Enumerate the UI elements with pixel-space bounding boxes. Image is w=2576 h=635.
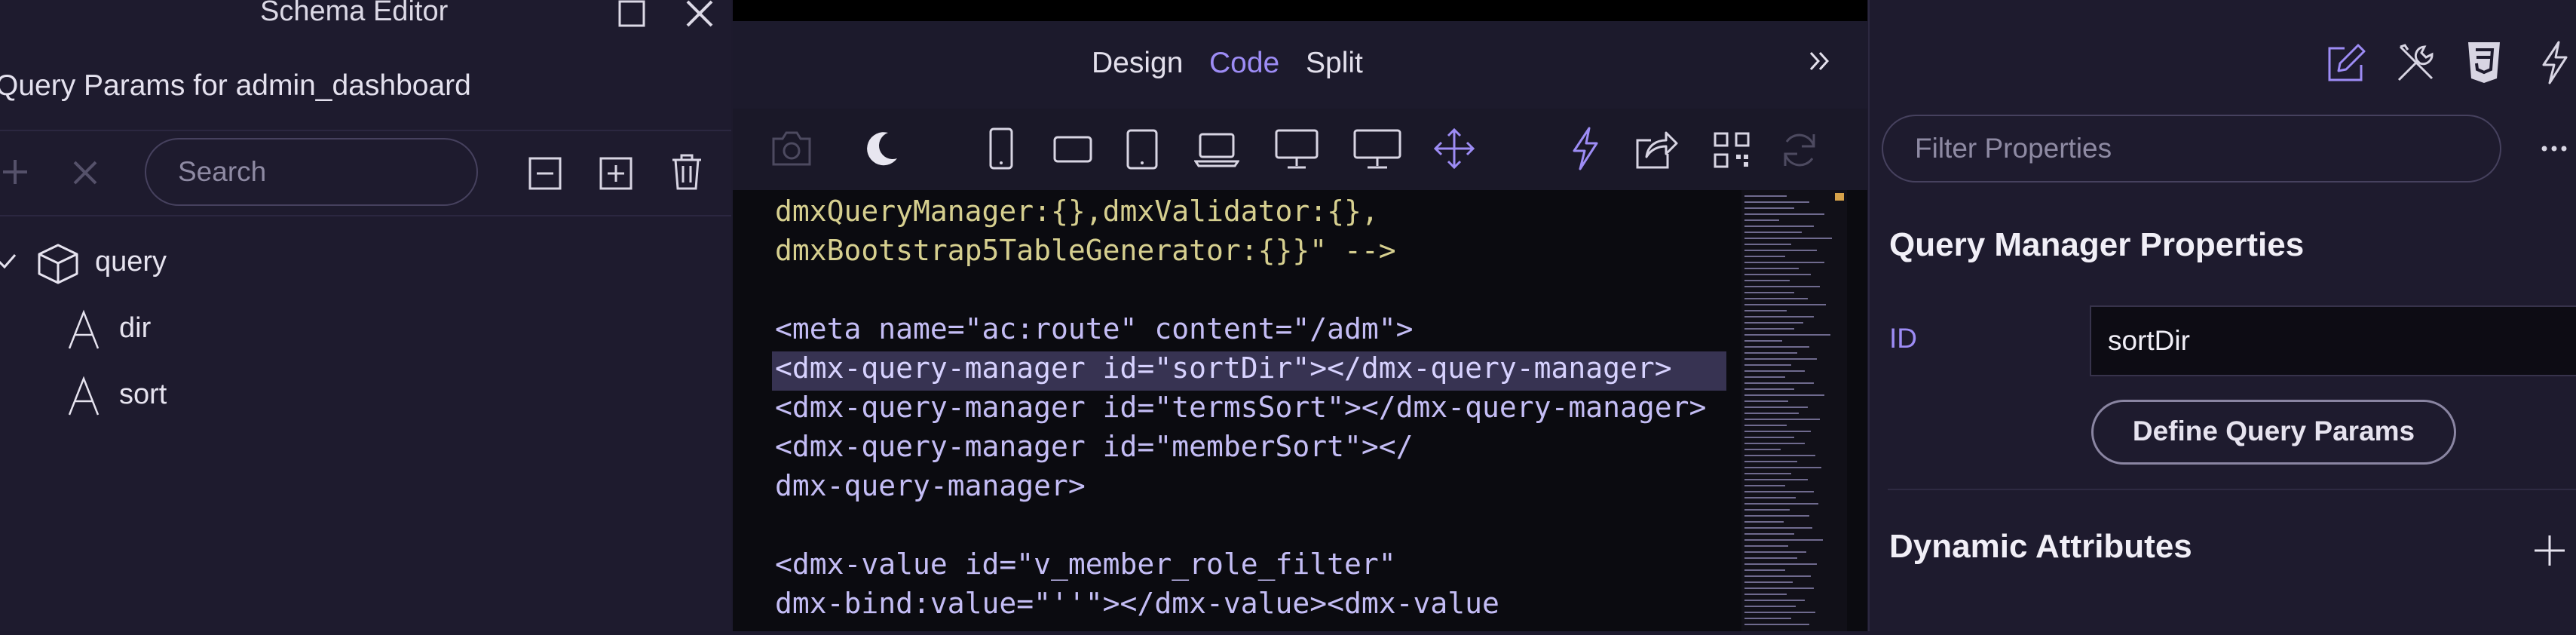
search-input[interactable]: Search [145, 138, 478, 206]
move-arrows-icon[interactable] [1432, 127, 1476, 170]
tablet-icon[interactable] [1125, 128, 1159, 170]
laptop-icon[interactable] [1194, 131, 1239, 167]
phone-icon[interactable] [988, 127, 1015, 170]
expand-all-icon[interactable] [599, 156, 633, 191]
code-line: dmx-bind:value="''"></dmx-value><dmx-val… [775, 587, 1499, 620]
define-query-params-button[interactable]: Define Query Params [2091, 400, 2456, 465]
close-icon[interactable] [683, 0, 716, 30]
tab-split[interactable]: Split [1306, 47, 1363, 80]
more-options-icon[interactable] [2541, 143, 2568, 154]
editor-area: Design Code Split dmxQueryManager:{},dmx… [733, 0, 1867, 631]
code-line: <dmx-query-manager id="termsSort"></dmx-… [775, 391, 1707, 424]
edit-icon[interactable] [2325, 42, 2367, 84]
lightning-icon[interactable] [2539, 41, 2569, 84]
code-line: <dmx-query-manager id="sortDir"></dmx-qu… [775, 351, 1672, 385]
id-label: ID [1889, 323, 1917, 354]
panel-subtitle: Query Params for admin_dashboard [0, 69, 471, 102]
tree-item-label: query [95, 246, 167, 278]
tab-code[interactable]: Code [1209, 47, 1279, 80]
tools-icon[interactable] [2394, 42, 2437, 84]
view-switcher-bar: Design Code Split [733, 21, 1867, 109]
cube-icon [36, 243, 80, 285]
moon-icon[interactable] [862, 130, 900, 167]
divider [0, 215, 731, 216]
id-value: sortDir [2108, 325, 2190, 356]
share-icon[interactable] [1633, 128, 1678, 170]
tree-item-label: dir [119, 312, 152, 344]
code-line: <dmx-value id="v_member_role_filter" [775, 548, 1396, 581]
divider [0, 130, 731, 131]
tree-item-query[interactable]: query [0, 243, 731, 285]
tab-design[interactable]: Design [1092, 47, 1183, 80]
add-icon[interactable] [0, 157, 30, 187]
maximize-icon[interactable] [617, 0, 647, 29]
phone-landscape-icon[interactable] [1052, 134, 1093, 164]
tree-item-sort[interactable]: sort [0, 376, 731, 418]
desktop-icon[interactable] [1274, 128, 1319, 170]
text-type-icon [66, 309, 101, 350]
search-placeholder: Search [178, 156, 267, 187]
properties-panel: Filter Properties Query Manager Properti… [1868, 0, 2576, 631]
tree-item-dir[interactable]: dir [0, 309, 731, 351]
refresh-icon[interactable] [1779, 130, 1820, 170]
text-type-icon [66, 376, 101, 416]
qr-code-icon[interactable] [1713, 131, 1751, 169]
remove-icon[interactable] [71, 158, 100, 187]
add-icon[interactable] [2533, 534, 2566, 567]
trash-icon[interactable] [669, 152, 704, 192]
check-icon [0, 250, 18, 271]
code-line: dmx-query-manager> [775, 469, 1086, 502]
section-title: Query Manager Properties [1889, 226, 2305, 263]
code-line: <dmx-query-manager id="memberSort"></ [775, 430, 1414, 463]
code-line: dmxBootstrap5TableGenerator:{}}" --> [775, 234, 1396, 267]
css3-icon[interactable] [2465, 41, 2503, 84]
lightning-icon[interactable] [1570, 127, 1600, 170]
filter-placeholder: Filter Properties [1915, 133, 2112, 164]
filter-properties-input[interactable]: Filter Properties [1882, 115, 2501, 183]
id-input[interactable]: sortDir [2090, 305, 2576, 376]
dynamic-attributes-title: Dynamic Attributes [1889, 528, 2192, 565]
wide-monitor-icon[interactable] [1352, 128, 1402, 170]
code-line: <meta name="ac:route" content="/adm"> [775, 312, 1414, 345]
code-minimap[interactable] [1741, 190, 1847, 631]
device-toolbar [733, 109, 1867, 190]
top-strip [733, 0, 1867, 21]
collapse-all-icon[interactable] [528, 156, 562, 191]
schema-editor-panel: Schema Editor Query Params for admin_das… [0, 0, 731, 631]
code-line: dmxQueryManager:{},dmxValidator:{}, [775, 195, 1379, 228]
camera-icon[interactable] [770, 130, 813, 167]
window-title: Schema Editor [260, 0, 449, 27]
divider [1888, 489, 2576, 490]
tree-item-label: sort [119, 379, 167, 410]
code-editor[interactable]: dmxQueryManager:{},dmxValidator:{}, dmxB… [733, 190, 1867, 631]
chevrons-right-icon[interactable] [1806, 48, 1832, 74]
